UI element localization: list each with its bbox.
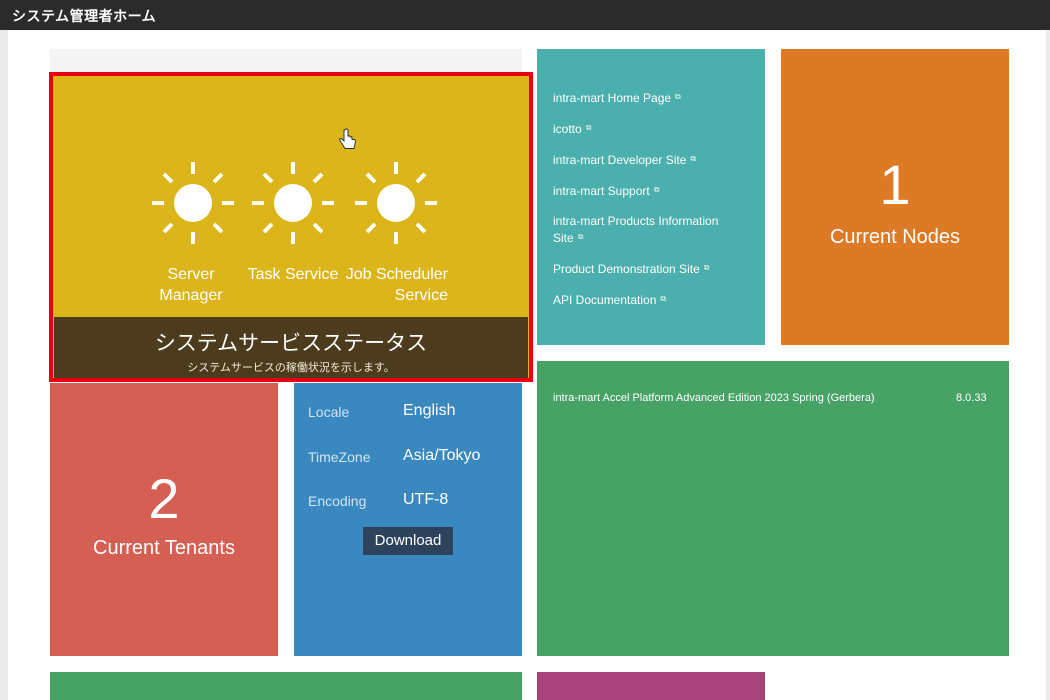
locale-tile: Locale English TimeZone Asia/Tokyo Encod… — [294, 383, 522, 656]
current-nodes-tile[interactable]: 1 Current Nodes — [781, 49, 1009, 345]
timezone-value: Asia/Tokyo — [403, 447, 481, 464]
sun-icon — [152, 162, 234, 244]
page-title: システム管理者ホーム — [12, 9, 157, 25]
links-list: intra-mart Home Page ⧉ icotto ⧉ intra-mart… — [553, 89, 753, 322]
bottom-tile-green[interactable] — [50, 672, 522, 700]
nodes-count: 1 — [879, 153, 911, 216]
service-label-server-manager: Server Manager — [159, 266, 223, 304]
tile-backdrop — [50, 49, 522, 72]
bottom-tile-purple[interactable] — [537, 672, 765, 700]
timezone-key: TimeZone — [308, 449, 371, 465]
link-product-demonstration-site[interactable]: Product Demonstration Site ⧉ — [553, 260, 753, 277]
service-label-job-scheduler: Job Scheduler Service — [345, 266, 448, 304]
external-link-icon: ⧉ — [675, 92, 681, 101]
locale-key: Locale — [308, 404, 350, 420]
sun-icon — [252, 162, 334, 244]
download-button[interactable]: Download — [363, 527, 453, 555]
link-intra-mart-home-page[interactable]: intra-mart Home Page ⧉ — [553, 89, 753, 106]
link-icotto[interactable]: icotto ⧉ — [553, 120, 753, 137]
encoding-key: Encoding — [308, 493, 367, 509]
link-api-documentation[interactable]: API Documentation ⧉ — [553, 291, 753, 308]
external-link-icon: ⧉ — [660, 294, 667, 303]
link-developer-site[interactable]: intra-mart Developer Site ⧉ — [553, 151, 753, 168]
links-tile: intra-mart Home Page ⧉ icotto ⧉ intra-mart… — [537, 49, 765, 345]
encoding-value: UTF-8 — [403, 491, 449, 508]
service-label-task-service: Task Service — [247, 266, 339, 283]
product-name: intra-mart Accel Platform Advanced Editi… — [553, 392, 875, 404]
services-footer: システムサービスステータス システムサービスの稼働状況を示します。 — [54, 317, 528, 378]
nodes-label: Current Nodes — [829, 226, 961, 248]
locale-value: English — [403, 402, 456, 419]
link-products-information-site[interactable]: intra-mart Products Information Site ⧉ — [553, 213, 738, 246]
product-version: 8.0.33 — [956, 392, 987, 404]
title-bar: システム管理者ホーム — [0, 0, 1050, 30]
services-title: システムサービスステータス — [154, 331, 428, 355]
external-link-icon: ⧉ — [653, 185, 660, 194]
current-tenants-tile[interactable]: 2 Current Tenants — [50, 383, 278, 656]
hand-cursor-icon — [339, 128, 357, 149]
external-link-icon: ⧉ — [585, 123, 592, 132]
link-support[interactable]: intra-mart Support ⧉ — [553, 182, 753, 199]
version-tile: intra-mart Accel Platform Advanced Editi… — [537, 361, 1009, 656]
external-link-icon: ⧉ — [577, 232, 584, 241]
tenants-count: 2 — [148, 467, 180, 530]
services-subtitle: システムサービスの稼働状況を示します。 — [187, 361, 395, 374]
tenants-label: Current Tenants — [93, 537, 235, 559]
sun-icon — [355, 162, 437, 244]
external-link-icon: ⧉ — [703, 263, 710, 272]
external-link-icon: ⧉ — [690, 154, 697, 163]
